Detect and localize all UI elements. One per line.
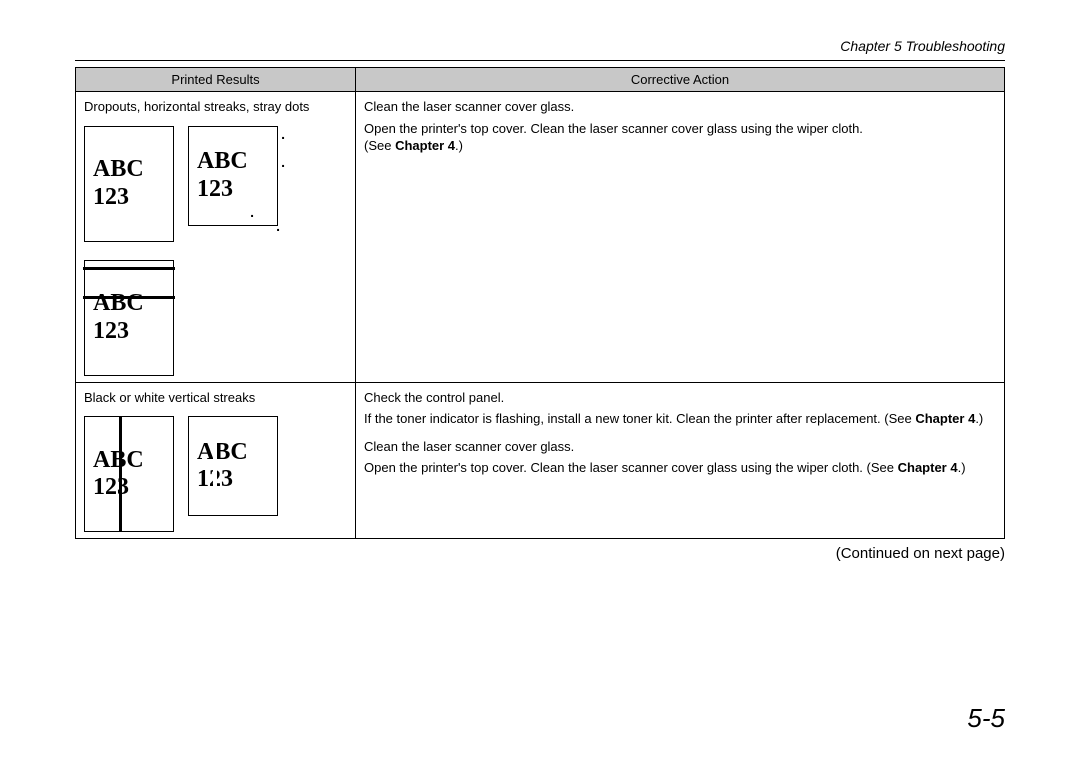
table-row: Dropouts, horizontal streaks, stray dots… — [76, 92, 1005, 383]
sample-line1: ABC — [93, 156, 173, 184]
sample-line1: ABC — [93, 290, 173, 318]
cell-problem-1: Dropouts, horizontal streaks, stray dots… — [76, 92, 356, 383]
ref-suffix: .) — [975, 411, 983, 426]
page-number: 5-5 — [967, 703, 1005, 734]
sample-stray-dots: ABC 123 . . . . — [188, 126, 278, 226]
sample-dropouts: ABC 123 — [84, 126, 174, 242]
horizontal-streak-icon — [83, 296, 175, 299]
header-rule — [75, 60, 1005, 61]
sample-box: ABC 123 — [84, 416, 174, 532]
sample-line2: 123 — [93, 184, 173, 212]
black-streak-icon — [119, 416, 122, 532]
cell-action-1: Clean the laser scanner cover glass. Ope… — [356, 92, 1005, 383]
table-row: Black or white vertical streaks ABC 123 — [76, 382, 1005, 539]
cell-problem-2: Black or white vertical streaks ABC 123 — [76, 382, 356, 539]
action-heading: Clean the laser scanner cover glass. — [364, 98, 996, 116]
sample-box: ABC 123 — [188, 126, 278, 226]
action-block: Check the control panel. If the toner in… — [364, 389, 996, 428]
problem-text: Dropouts, horizontal streaks, stray dots — [84, 98, 347, 116]
chapter-ref: Chapter 4 — [898, 460, 958, 475]
sample-line2: 123 — [93, 474, 173, 502]
page-content: Chapter 5 Troubleshooting Printed Result… — [0, 0, 1080, 592]
sample-line1: ABC — [197, 148, 277, 176]
problem-text: Black or white vertical streaks — [84, 389, 347, 407]
sample-box: ABC 123 — [84, 126, 174, 242]
action-body: If the toner indicator is flashing, inst… — [364, 411, 915, 426]
sample-white-vertical-streak: ABC 123 — [188, 416, 278, 516]
troubleshooting-table: Printed Results Corrective Action Dropou… — [75, 67, 1005, 539]
chapter-ref: Chapter 4 — [915, 411, 975, 426]
col-header-corrective-action: Corrective Action — [356, 68, 1005, 92]
continued-note: (Continued on next page) — [75, 545, 1005, 562]
ref-suffix: .) — [958, 460, 966, 475]
action-heading: Check the control panel. — [364, 389, 996, 407]
sample-line2: 123 — [93, 318, 173, 346]
ref-prefix: (See — [364, 138, 395, 153]
chapter-ref: Chapter 4 — [395, 138, 455, 153]
action-block: Clean the laser scanner cover glass. Ope… — [364, 438, 996, 477]
white-streak-icon — [213, 417, 217, 515]
sample-line1: ABC — [93, 447, 173, 475]
action-body: Open the printer's top cover. Clean the … — [364, 121, 863, 136]
sample-box: ABC 123 — [188, 416, 278, 516]
action-block: Clean the laser scanner cover glass. Ope… — [364, 98, 996, 155]
action-body: Open the printer's top cover. Clean the … — [364, 460, 898, 475]
sample-line1: ABC — [197, 439, 277, 467]
breadcrumb: Chapter 5 Troubleshooting — [75, 38, 1005, 54]
cell-action-2: Check the control panel. If the toner in… — [356, 382, 1005, 539]
horizontal-streak-icon — [83, 267, 175, 270]
sample-horizontal-streaks: ABC 123 — [84, 260, 174, 376]
action-heading: Clean the laser scanner cover glass. — [364, 438, 996, 456]
sample-group-1: ABC 123 ABC 123 . . . — [84, 126, 347, 376]
sample-line2: 123 — [197, 466, 277, 494]
sample-line2: 123 — [197, 176, 277, 204]
sample-group-2: ABC 123 ABC 123 — [84, 416, 347, 532]
ref-suffix: .) — [455, 138, 463, 153]
sample-black-vertical-streak: ABC 123 — [84, 416, 174, 532]
sample-box: ABC 123 — [84, 260, 174, 376]
col-header-printed-results: Printed Results — [76, 68, 356, 92]
